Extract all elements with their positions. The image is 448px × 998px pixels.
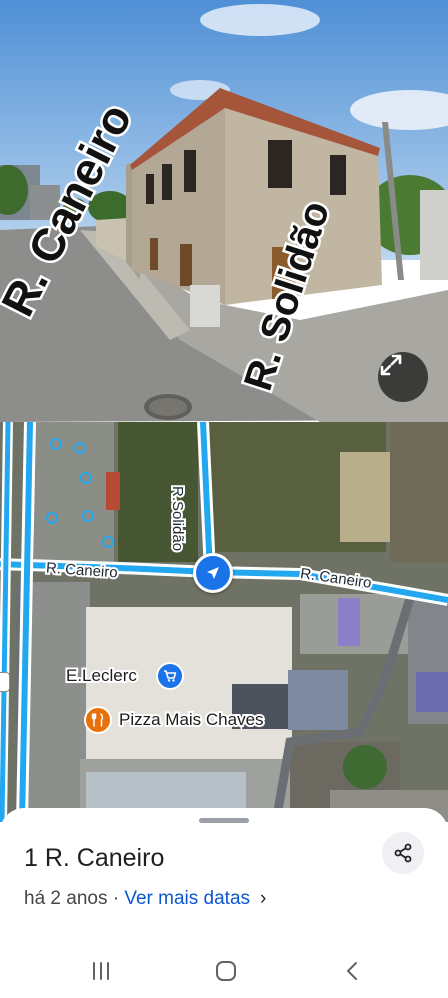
home-button[interactable]: [206, 956, 246, 986]
map-panel[interactable]: R. Caneiro R. Caneiro R.Solidão E.Lecler…: [0, 422, 448, 822]
map-label-solidao: R.Solidão: [167, 484, 188, 553]
current-view-marker[interactable]: [193, 553, 233, 593]
place-title: 1 R. Caneiro: [24, 844, 165, 872]
sheet-drag-handle[interactable]: [199, 818, 249, 823]
poi-label-pizza[interactable]: Pizza Mais Chaves: [117, 708, 266, 731]
street-view-panel[interactable]: R. Caneiro R. Solidão: [0, 0, 448, 422]
chevron-right-icon[interactable]: ›: [260, 888, 266, 910]
capture-date-line: há 2 anos · Ver mais datas ›: [24, 888, 266, 910]
recents-button[interactable]: [81, 956, 121, 986]
expand-arrows-icon: [380, 354, 402, 376]
more-dates-link[interactable]: Ver mais datas: [124, 888, 250, 909]
poi-pin-leclerc[interactable]: [156, 662, 184, 690]
home-icon: [216, 961, 236, 981]
poi-pin-pizza[interactable]: [84, 706, 112, 734]
recents-icon: [93, 962, 109, 980]
shopping-cart-icon: [164, 670, 177, 682]
fork-knife-icon: [91, 713, 104, 727]
capture-date-text: há 2 anos ·: [24, 888, 125, 909]
navigation-arrow-icon: [207, 567, 219, 579]
share-button[interactable]: [382, 832, 424, 874]
poi-label-leclerc[interactable]: E.Leclerc: [64, 664, 139, 687]
back-button[interactable]: [332, 956, 372, 986]
expand-street-view-button[interactable]: [378, 352, 428, 402]
map-edge-marker[interactable]: [0, 672, 10, 692]
satellite-map: [0, 422, 448, 822]
share-icon: [394, 843, 412, 863]
back-icon: [347, 962, 357, 980]
system-navigation-bar: [0, 946, 448, 998]
